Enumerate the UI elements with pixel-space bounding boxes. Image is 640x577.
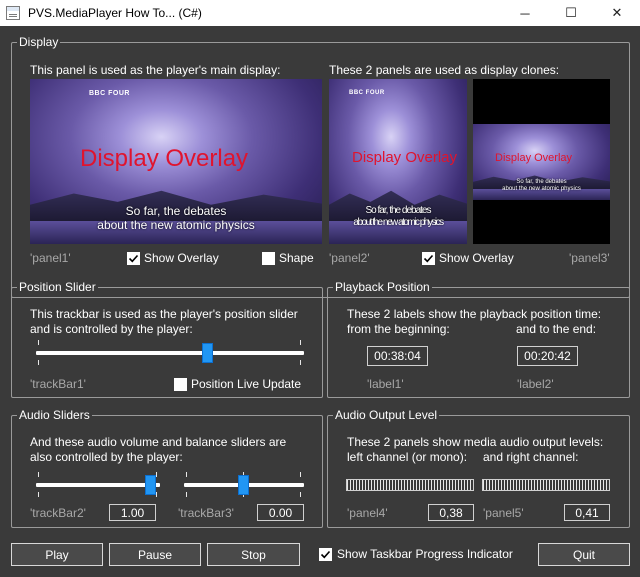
show-overlay-clone-checkbox[interactable] [422, 252, 435, 265]
taskbar-progress-label[interactable]: Show Taskbar Progress Indicator [337, 547, 513, 561]
stop-button[interactable]: Stop [207, 543, 300, 566]
subtitle-line-1: So far, the debates [516, 179, 567, 185]
shape-checkbox[interactable] [262, 252, 275, 265]
letterboxed-frame: Display Overlay So far, the debates abou… [473, 124, 610, 200]
panel5-label: 'panel5' [483, 506, 524, 520]
panel2-label: 'panel2' [329, 251, 370, 265]
left-channel-label: left channel (or mono): [347, 450, 468, 464]
playback-description: These 2 labels show the playback positio… [347, 307, 602, 321]
from-beginning-label: from the beginning: [347, 322, 450, 336]
balance-value-box: 0.00 [257, 504, 304, 521]
label1-name: 'label1' [367, 377, 404, 391]
display-overlay-text: Display Overlay [495, 152, 573, 164]
playback-position-legend: Playback Position [335, 280, 430, 294]
client-area: Display This panel is used as the player… [0, 26, 640, 577]
subtitle-line-2: about the new atomic physics [97, 218, 255, 232]
trackbar-tick [300, 360, 301, 365]
display-overlay-text: Display Overlay [352, 149, 458, 166]
minimize-button[interactable]: ─ [502, 0, 548, 26]
position-slider-thumb[interactable] [202, 343, 213, 363]
checkmark-icon [128, 254, 139, 263]
trackbar3-label: 'trackBar3' [178, 506, 234, 520]
pause-button[interactable]: Pause [109, 543, 201, 566]
trackbar-tick [38, 492, 39, 497]
audio-output-level-legend: Audio Output Level [335, 408, 438, 422]
subtitle-line-1: So far, the debates [365, 205, 432, 216]
position-trackbar[interactable] [36, 340, 304, 366]
main-display-panel[interactable]: BBC FOUR Display Overlay So far, the deb… [30, 79, 322, 244]
right-channel-label: and right channel: [483, 450, 579, 464]
trackbar-tick [156, 492, 157, 497]
trackbar2-label: 'trackBar2' [30, 506, 86, 520]
trackbar-tick [300, 492, 301, 497]
maximize-button[interactable]: ☐ [548, 0, 594, 26]
trackbar1-label: 'trackBar1' [30, 377, 86, 391]
left-level-value-box: 0,38 [428, 504, 474, 521]
audio-level-description: These 2 panels show media audio output l… [347, 435, 604, 449]
audio-sliders-description-line-1: And these audio volume and balance slide… [30, 435, 287, 449]
close-button[interactable]: ✕ [594, 0, 640, 26]
trackbar-tick [186, 472, 187, 477]
display-overlay-text: Display Overlay [80, 145, 249, 172]
quit-button[interactable]: Quit [538, 543, 630, 566]
clone-display-panel-2[interactable]: BBC FOUR Display Overlay So far, the deb… [329, 79, 467, 244]
display-group-legend: Display [19, 35, 59, 49]
trackbar-tick [38, 340, 39, 345]
checkmark-icon [320, 550, 331, 559]
left-channel-meter [346, 479, 474, 491]
panel1-label: 'panel1' [30, 251, 71, 265]
subtitle-line-1: So far, the debates [125, 204, 227, 218]
position-live-update-checkbox[interactable] [174, 378, 187, 391]
volume-trackbar[interactable] [36, 472, 160, 498]
trackbar-tick [300, 472, 301, 477]
clone-display-description: These 2 panels are used as display clone… [329, 63, 560, 77]
position-slider-legend: Position Slider [19, 280, 96, 294]
trackbar-track [36, 351, 304, 355]
label2-name: 'label2' [517, 377, 554, 391]
play-button[interactable]: Play [11, 543, 103, 566]
title-bar: PVS.MediaPlayer How To... (C#) ─ ☐ ✕ [0, 0, 640, 26]
volume-slider-thumb[interactable] [145, 475, 156, 495]
trackbar-track [36, 483, 160, 487]
audio-sliders-legend: Audio Sliders [19, 408, 90, 422]
panel3-label: 'panel3' [569, 251, 610, 265]
show-overlay-clone-label[interactable]: Show Overlay [439, 251, 514, 265]
balance-slider-thumb[interactable] [238, 475, 249, 495]
main-display-description: This panel is used as the player's main … [30, 63, 281, 77]
trackbar-tick [38, 472, 39, 477]
remaining-time-label: 00:20:42 [517, 346, 578, 366]
show-overlay-checkbox[interactable] [127, 252, 140, 265]
panel4-label: 'panel4' [347, 506, 388, 520]
position-live-update-label[interactable]: Position Live Update [191, 377, 301, 391]
channel-logo: BBC FOUR [349, 90, 385, 96]
trackbar-tick [186, 492, 187, 497]
elapsed-time-label: 00:38:04 [367, 346, 428, 366]
channel-logo: BBC FOUR [89, 90, 130, 97]
trackbar-tick [156, 472, 157, 477]
trackbar-tick [38, 360, 39, 365]
checkmark-icon [423, 254, 434, 263]
shape-label[interactable]: Shape [279, 251, 314, 265]
position-description-line-2: and is controlled by the player: [30, 322, 193, 336]
clone-display-panel-3[interactable]: Display Overlay So far, the debates abou… [473, 79, 610, 244]
right-level-value-box: 0,41 [564, 504, 610, 521]
audio-sliders-description-line-2: also controlled by the player: [30, 450, 183, 464]
volume-value-box: 1.00 [109, 504, 156, 521]
window-title: PVS.MediaPlayer How To... (C#) [28, 6, 202, 20]
subtitle-line-2: about the new atomic physics [353, 217, 444, 228]
to-end-label: and to the end: [516, 322, 597, 336]
balance-trackbar[interactable] [184, 472, 304, 498]
right-channel-meter [482, 479, 610, 491]
trackbar-tick [300, 340, 301, 345]
taskbar-progress-checkbox[interactable] [319, 548, 332, 561]
position-description-line-1: This trackbar is used as the player's po… [30, 307, 298, 321]
app-window-icon [6, 6, 20, 20]
subtitle-line-2: about the new atomic physics [502, 186, 581, 192]
show-overlay-label[interactable]: Show Overlay [144, 251, 219, 265]
